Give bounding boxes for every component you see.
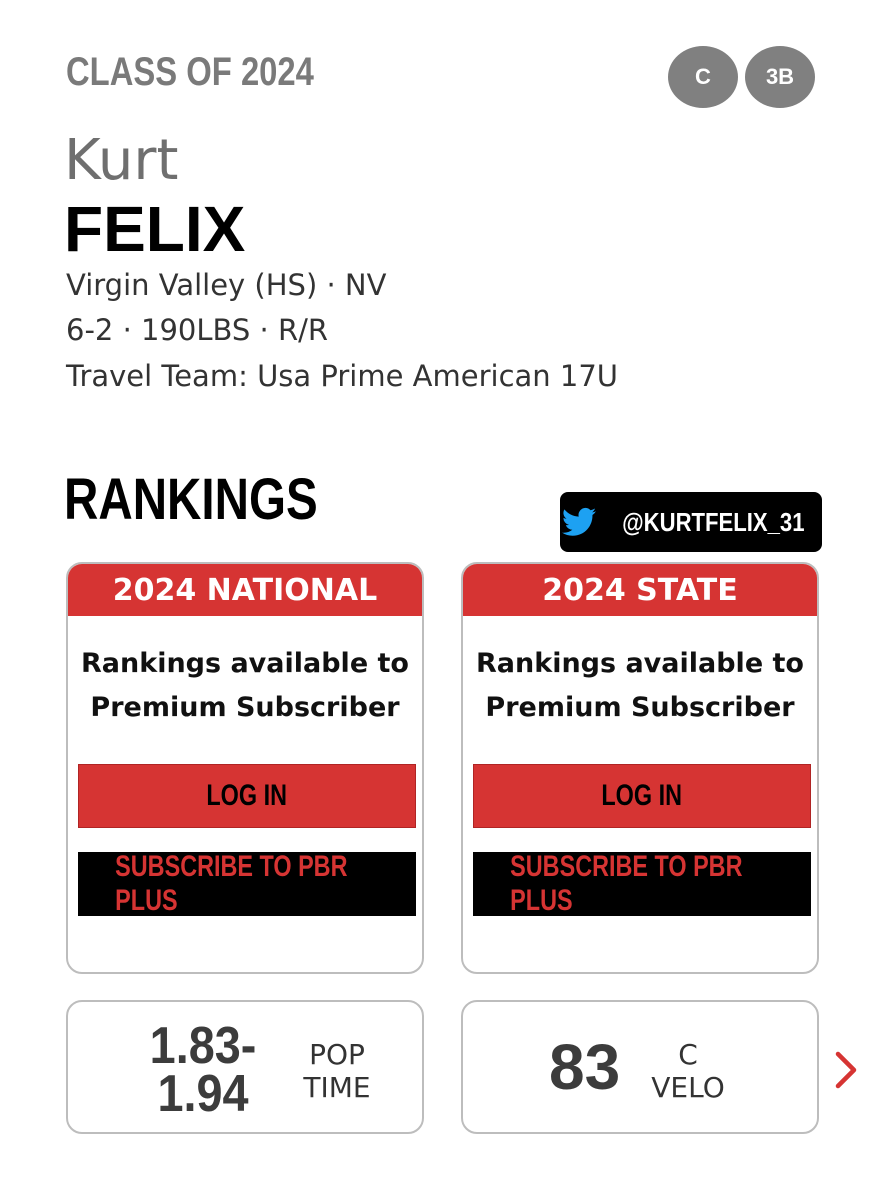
card-message: Rankings available to Premium Subscriber bbox=[68, 642, 422, 730]
state-ranking-card: 2024 STATE Rankings available to Premium… bbox=[461, 562, 819, 974]
twitter-link[interactable]: @KURTFELIX_31 bbox=[560, 492, 822, 552]
twitter-bird-icon bbox=[561, 507, 596, 536]
position-badge-3b: 3B bbox=[745, 46, 815, 108]
pop-time-value-line1: 1.83- bbox=[149, 1017, 257, 1075]
card-title: 2024 STATE bbox=[463, 564, 817, 616]
pop-time-label-line1: POP bbox=[309, 1038, 365, 1071]
subscribe-button[interactable]: SUBSCRIBE TO PBR PLUS bbox=[473, 850, 811, 917]
c-velo-stat-card: 83 C VELO bbox=[461, 1000, 819, 1134]
pop-time-label: POP TIME bbox=[292, 1038, 382, 1104]
card-message-line1: Rankings available to bbox=[476, 648, 804, 679]
player-travel-team: Travel Team: Usa Prime American 17U bbox=[66, 359, 619, 393]
national-ranking-card: 2024 NATIONAL Rankings available to Prem… bbox=[66, 562, 424, 974]
pop-time-stat-card: 1.83- 1.94 POP TIME bbox=[66, 1000, 424, 1134]
login-button[interactable]: LOG IN bbox=[473, 764, 811, 828]
player-first-name: Kurt bbox=[64, 128, 179, 193]
card-message: Rankings available to Premium Subscriber bbox=[463, 642, 817, 730]
subscribe-button-label: SUBSCRIBE TO PBR PLUS bbox=[510, 850, 743, 917]
card-message-line1: Rankings available to bbox=[81, 648, 409, 679]
subscribe-button[interactable]: SUBSCRIBE TO PBR PLUS bbox=[78, 850, 416, 917]
card-title: 2024 NATIONAL bbox=[68, 564, 422, 616]
login-button[interactable]: LOG IN bbox=[78, 764, 416, 828]
player-measurables: 6-2 · 190LBS · R/R bbox=[66, 313, 329, 347]
card-message-line2: Premium Subscriber bbox=[485, 692, 795, 723]
pop-time-value-line2: 1.94 bbox=[157, 1065, 249, 1123]
position-badge-c: C bbox=[668, 46, 738, 108]
chevron-right-icon[interactable] bbox=[832, 1050, 860, 1090]
c-velo-label-line2: VELO bbox=[651, 1071, 725, 1104]
player-school: Virgin Valley (HS) · NV bbox=[66, 268, 387, 302]
c-velo-value: 83 bbox=[549, 1031, 621, 1103]
rankings-heading: RANKINGS bbox=[64, 467, 318, 532]
twitter-handle: @KURTFELIX_31 bbox=[621, 506, 805, 537]
subscribe-button-label: SUBSCRIBE TO PBR PLUS bbox=[115, 850, 348, 917]
card-message-line2: Premium Subscriber bbox=[90, 692, 400, 723]
pop-time-label-line2: TIME bbox=[303, 1071, 371, 1104]
pop-time-value: 1.83- 1.94 bbox=[128, 1017, 278, 1123]
login-button-label: LOG IN bbox=[601, 779, 683, 812]
login-button-label: LOG IN bbox=[206, 779, 288, 812]
c-velo-label: C VELO bbox=[643, 1038, 733, 1104]
player-last-name: FELIX bbox=[64, 193, 246, 265]
c-velo-label-line1: C bbox=[678, 1038, 698, 1071]
class-of-label: CLASS OF 2024 bbox=[66, 50, 314, 94]
